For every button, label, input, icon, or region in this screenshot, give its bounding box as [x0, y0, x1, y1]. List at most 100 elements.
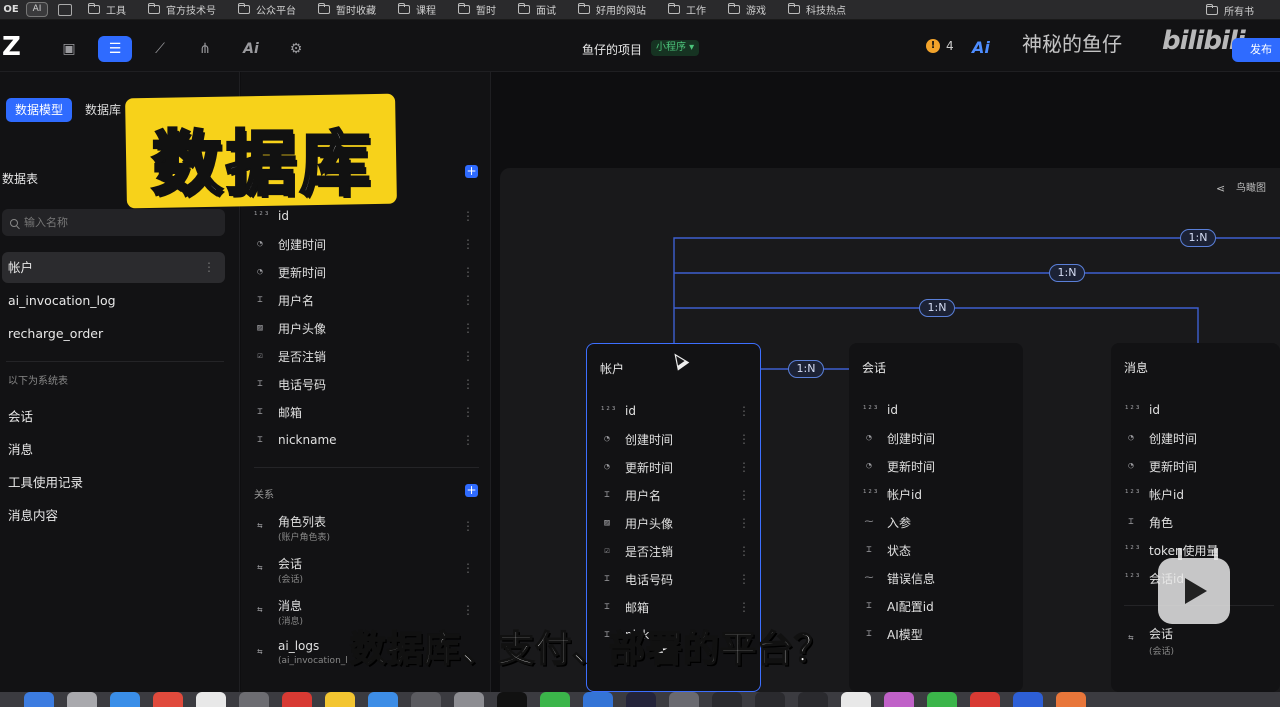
relation-badge[interactable]: 1:N — [1180, 229, 1216, 247]
more-icon[interactable]: ⋮ — [462, 265, 474, 279]
more-icon[interactable]: ⋮ — [462, 603, 474, 617]
dock-app-icon[interactable] — [239, 692, 269, 707]
tab-data-model[interactable]: 数据模型 — [6, 98, 73, 122]
card-field[interactable]: ◔ 更新时间 — [1124, 456, 1274, 476]
dock-app-icon[interactable] — [282, 692, 312, 707]
dock-app-icon[interactable] — [540, 692, 570, 707]
field-row[interactable]: ◔ 创建时间 ⋮ — [253, 234, 478, 254]
more-icon[interactable]: ⋮ — [462, 321, 474, 335]
more-icon[interactable]: ⋮ — [462, 209, 474, 223]
more-icon[interactable]: ⋮ — [738, 460, 750, 474]
card-field[interactable]: ¹²³ id — [1124, 400, 1274, 420]
more-icon[interactable]: ⋮ — [738, 544, 750, 558]
add-field-button[interactable]: + — [465, 165, 478, 178]
card-field[interactable]: ☑ 是否注销 ⋮ — [600, 541, 750, 561]
more-icon[interactable]: ⋮ — [462, 349, 474, 363]
relation-badge[interactable]: 1:N — [788, 360, 824, 378]
workflow-icon[interactable]: ⟋ — [143, 36, 177, 62]
table-item-account[interactable]: 帐户 ⋮ — [2, 252, 225, 283]
dock-app-icon[interactable] — [67, 692, 97, 707]
more-icon[interactable]: ⋮ — [738, 516, 750, 530]
bookmark-folder[interactable]: 工作 — [668, 2, 706, 17]
ai-icon[interactable]: Ai — [234, 36, 268, 62]
card-field[interactable]: ◔ 创建时间 — [862, 428, 1012, 448]
relation-row[interactable]: ⇆ 角色列表 (账户角色表) ⋮ — [253, 513, 478, 547]
bookmark-folder[interactable]: 暂时 — [458, 2, 496, 17]
bookmark-folder[interactable]: 工具 — [88, 2, 126, 17]
system-table-session[interactable]: 会话 — [8, 406, 33, 425]
card-field[interactable]: ⌶ 用户名 ⋮ — [600, 485, 750, 505]
birdseye-button[interactable]: ⋖ 鸟瞰图 — [1216, 179, 1266, 195]
dock-app-icon[interactable] — [669, 692, 699, 707]
bookmark-ai[interactable]: AI — [26, 2, 48, 17]
more-icon[interactable]: ⋮ — [738, 432, 750, 446]
ai-assistant-logo[interactable]: Ai — [972, 38, 990, 57]
field-row[interactable]: ⌶ 邮箱 ⋮ — [253, 402, 478, 422]
card-field[interactable]: ⁓ 错误信息 — [862, 568, 1012, 588]
dock-app-icon[interactable] — [325, 692, 355, 707]
field-row[interactable]: ⌶ 用户名 ⋮ — [253, 290, 478, 310]
field-row[interactable]: ⌶ 电话号码 ⋮ — [253, 374, 478, 394]
more-icon[interactable]: ⋮ — [462, 237, 474, 251]
card-field[interactable]: ⌶ 角色 — [1124, 512, 1274, 532]
tab-database[interactable]: 数据库 — [76, 98, 130, 122]
field-row[interactable]: ☑ 是否注销 ⋮ — [253, 346, 478, 366]
dock-app-icon[interactable] — [841, 692, 871, 707]
database-icon[interactable]: ☰ — [98, 36, 132, 62]
publish-button[interactable]: 发布 — [1232, 38, 1280, 62]
dock-app-icon[interactable] — [970, 692, 1000, 707]
card-field[interactable]: ⌶ 邮箱 ⋮ — [600, 597, 750, 617]
field-row[interactable]: ▨ 用户头像 ⋮ — [253, 318, 478, 338]
more-icon[interactable]: ⋮ — [738, 488, 750, 502]
table-item-recharge-order[interactable]: recharge_order — [2, 318, 225, 349]
dock-app-icon[interactable] — [927, 692, 957, 707]
bookmark-folder[interactable]: 公众平台 — [238, 2, 296, 17]
card-field[interactable]: ◔ 更新时间 ⋮ — [600, 457, 750, 477]
card-field[interactable]: ⌶ 电话号码 ⋮ — [600, 569, 750, 589]
bookmark-folder[interactable]: 科技热点 — [788, 2, 846, 17]
dock-app-icon[interactable] — [24, 692, 54, 707]
project-name[interactable]: 鱼仔的项目 — [582, 41, 642, 58]
system-table-message[interactable]: 消息 — [8, 439, 33, 458]
entity-card-message[interactable]: 消息 ¹²³id ◔创建时间 ◔更新时间 ¹²³帐户id ⌶角色 ¹²³toke… — [1111, 343, 1280, 692]
dock-app-icon[interactable] — [454, 692, 484, 707]
dock-app-icon[interactable] — [755, 692, 785, 707]
field-row[interactable]: ¹²³ id ⋮ — [253, 206, 478, 226]
pages-icon[interactable]: ▣ — [52, 36, 86, 62]
search-input[interactable] — [24, 216, 204, 229]
card-field[interactable]: ¹²³ id ⋮ — [600, 401, 750, 421]
bookmark-folder[interactable]: 课程 — [398, 2, 436, 17]
dock-app-icon[interactable] — [196, 692, 226, 707]
bookmark-folder[interactable]: 官方技术号 — [148, 2, 216, 17]
table-item-ai-invocation-log[interactable]: ai_invocation_log — [2, 285, 225, 316]
bookmark-folder[interactable]: 面试 — [518, 2, 556, 17]
add-relation-button[interactable]: + — [465, 484, 478, 497]
card-field[interactable]: ¹²³ 帐户id — [862, 484, 1012, 504]
more-icon[interactable]: ⋮ — [738, 572, 750, 586]
table-search[interactable] — [2, 209, 225, 236]
field-row[interactable]: ⌶ nickname ⋮ — [253, 430, 478, 450]
card-field[interactable]: ⌶ 状态 — [862, 540, 1012, 560]
bookmark-oe[interactable]: OE — [0, 4, 22, 15]
warning-indicator[interactable]: ! 4 — [926, 39, 954, 53]
more-icon[interactable]: ⋮ — [738, 600, 750, 614]
apps-grid-icon[interactable] — [58, 3, 72, 16]
card-field[interactable]: ¹²³ id — [862, 400, 1012, 420]
dock-app-icon[interactable] — [1056, 692, 1086, 707]
more-icon[interactable]: ⋮ — [203, 252, 215, 283]
all-bookmarks[interactable]: 所有书 — [1206, 0, 1254, 20]
more-icon[interactable]: ⋮ — [462, 433, 474, 447]
card-field[interactable]: ◔ 更新时间 — [862, 456, 1012, 476]
more-icon[interactable]: ⋮ — [462, 561, 474, 575]
bookmark-folder[interactable]: 游戏 — [728, 2, 766, 17]
dock-app-icon[interactable] — [798, 692, 828, 707]
more-icon[interactable]: ⋮ — [738, 404, 750, 418]
more-icon[interactable]: ⋮ — [462, 519, 474, 533]
relation-row[interactable]: ⇆ 会话 (会话) ⋮ — [253, 555, 478, 589]
dock-app-icon[interactable] — [153, 692, 183, 707]
field-row[interactable]: ◔ 更新时间 ⋮ — [253, 262, 478, 282]
tree-icon[interactable]: ⋔ — [188, 36, 222, 62]
card-field[interactable]: ▨ 用户头像 ⋮ — [600, 513, 750, 533]
card-field[interactable]: ⌶ AI配置id — [862, 596, 1012, 616]
relation-badge[interactable]: 1:N — [1049, 264, 1085, 282]
